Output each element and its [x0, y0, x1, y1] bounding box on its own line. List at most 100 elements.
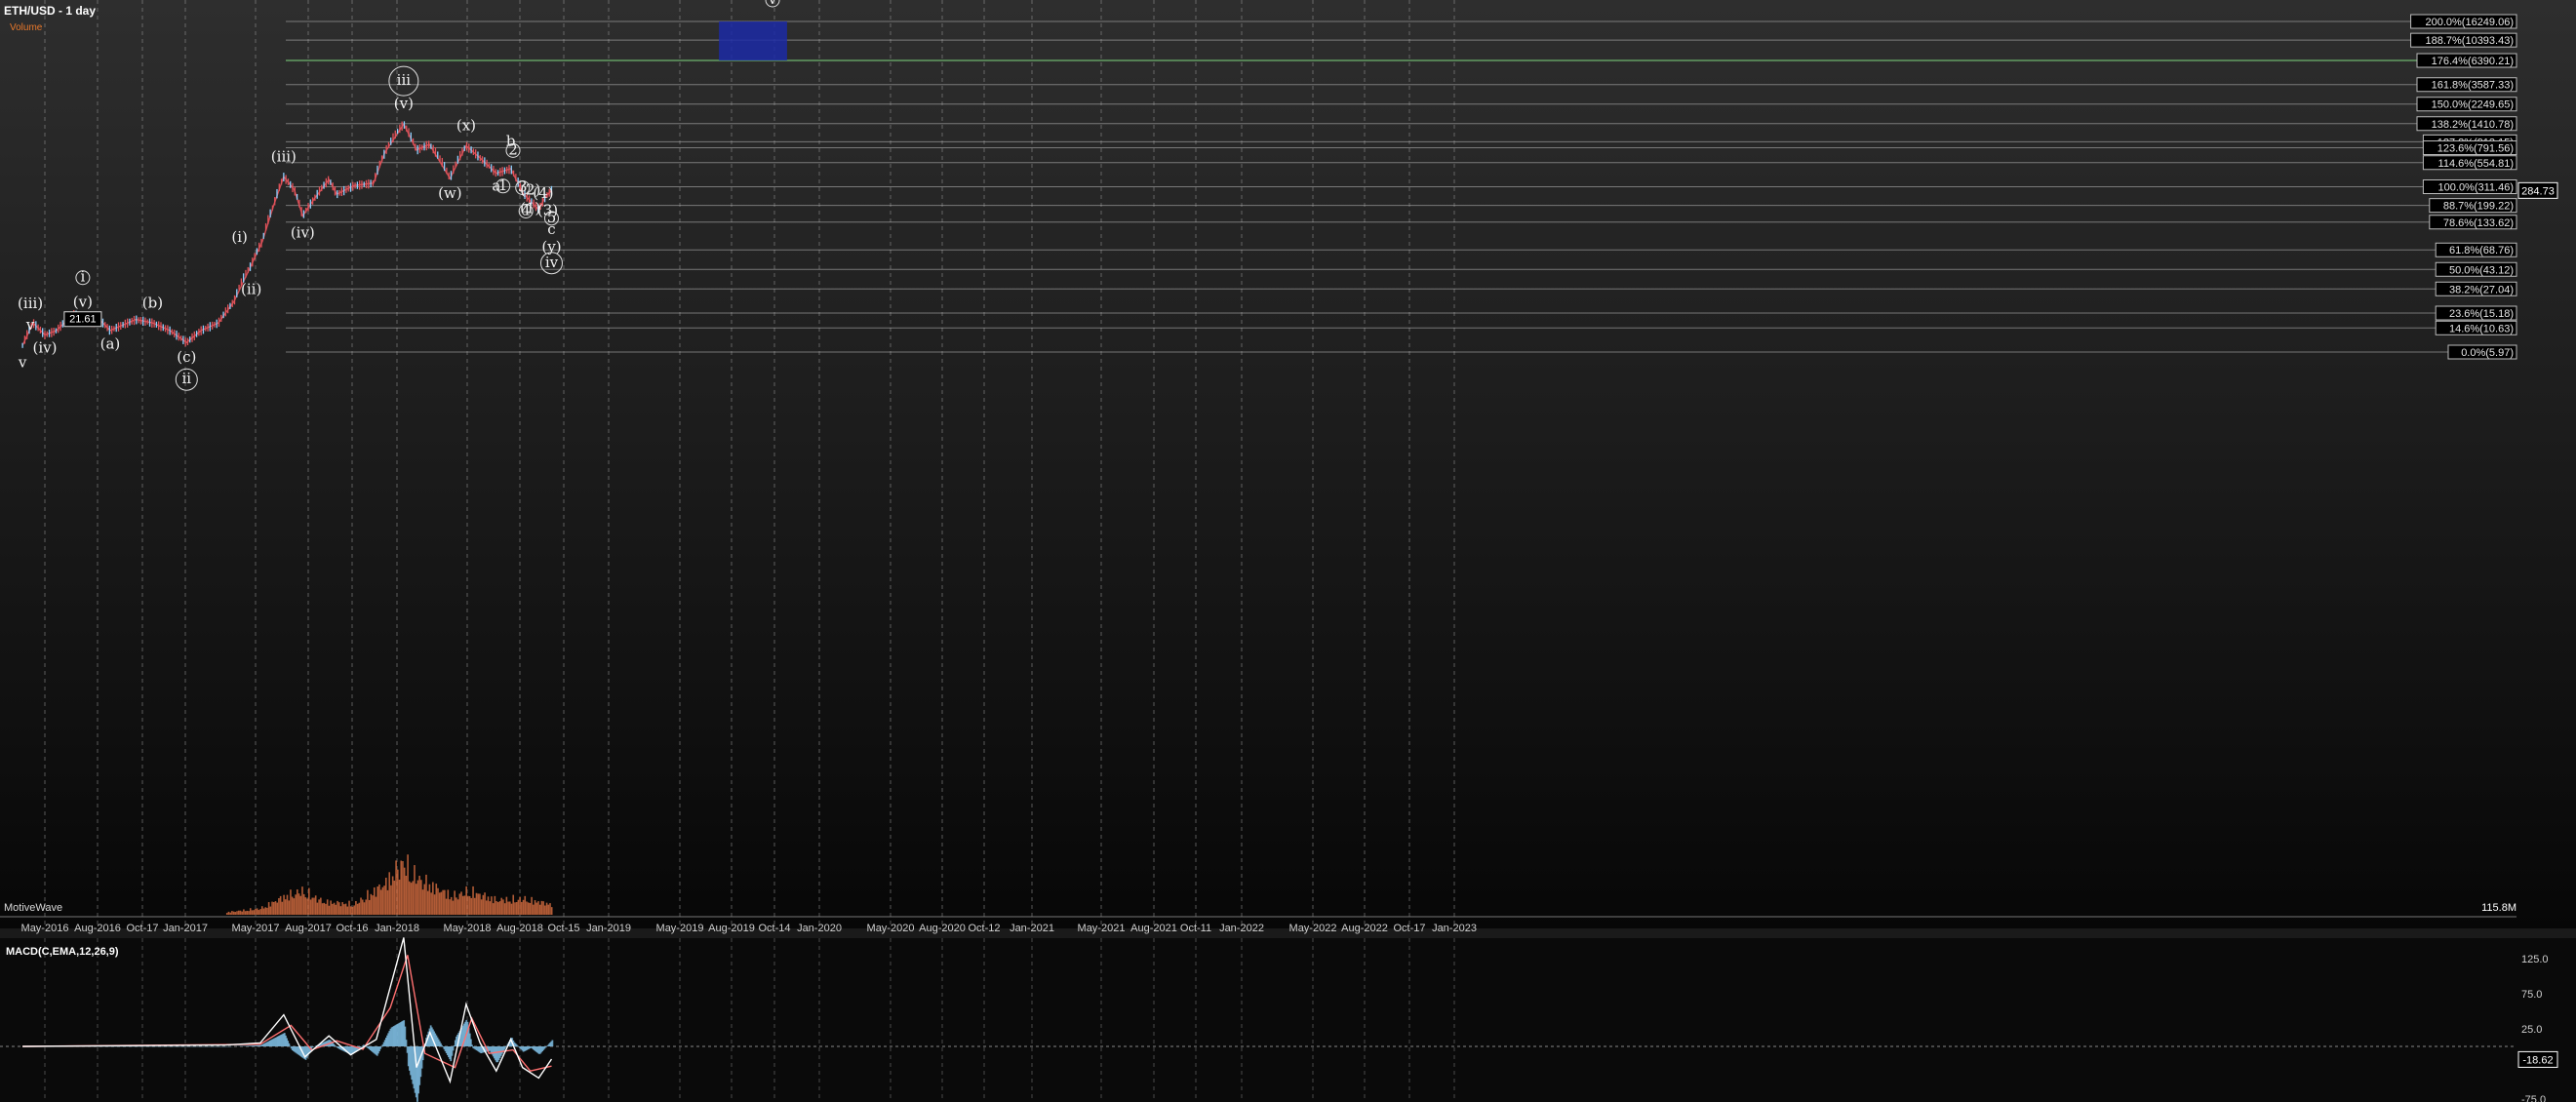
volume-bar: [456, 897, 457, 915]
volume-bar: [353, 905, 355, 915]
chart-title: ETH/USD - 1 day: [4, 4, 96, 18]
x-tick-label: Jan-2017: [163, 923, 208, 934]
fib-level-label: 188.7%(10393.43): [2425, 35, 2514, 47]
macd-value-label: -18.62: [2522, 1054, 2553, 1066]
volume-bar: [293, 898, 296, 915]
volume-bar: [438, 892, 441, 915]
volume-bar: [472, 886, 474, 915]
target-zone-box: [719, 21, 787, 61]
volume-bar: [255, 908, 257, 915]
volume-bar: [445, 898, 448, 915]
volume-bar: [432, 882, 434, 915]
volume-bar: [492, 903, 495, 915]
volume-bar: [258, 910, 260, 915]
fib-level-label: 123.6%(791.56): [2437, 143, 2514, 155]
volume-bar: [234, 912, 237, 915]
macd-panel-background: [0, 938, 2576, 1102]
x-tick-label: Aug-2017: [285, 923, 332, 934]
volume-bar: [244, 911, 247, 915]
volume-bar: [386, 889, 389, 915]
x-tick-label: Jan-2022: [1219, 923, 1264, 934]
volume-bar: [243, 909, 245, 915]
wave-label: (iii): [18, 295, 43, 312]
volume-bar: [333, 902, 336, 915]
volume-bar: [285, 899, 287, 915]
volume-bar: [491, 896, 493, 915]
volume-bar: [264, 907, 267, 915]
volume-bar: [535, 902, 538, 915]
volume-bar: [388, 872, 391, 915]
volume-bar: [360, 897, 362, 915]
volume-bar: [503, 903, 506, 915]
volume-bar: [507, 901, 509, 915]
volume-bar: [421, 889, 424, 915]
x-tick-label: May-2017: [232, 923, 280, 934]
volume-bar: [444, 889, 446, 915]
wave-label: (x): [456, 116, 476, 134]
fib-level-label: 0.0%(5.97): [2461, 347, 2514, 359]
volume-bar: [452, 900, 455, 915]
chart-canvas[interactable]: 200.0%(16249.06) 188.7%(10393.43) 176.4%(6…: [0, 0, 2576, 1102]
volume-bar: [442, 889, 444, 915]
macd-histogram-bar: [504, 1046, 507, 1048]
volume-bar: [524, 895, 527, 915]
volume-bar: [510, 903, 513, 915]
volume-bar: [337, 900, 338, 915]
macd-y-tick-label: 75.0: [2521, 989, 2542, 1001]
volume-bar: [379, 889, 382, 915]
volume-bar: [410, 883, 413, 915]
x-tick-label: Oct-12: [968, 923, 1000, 934]
x-tick-label: Aug-2021: [1130, 923, 1177, 934]
macd-histogram-bar: [405, 1040, 408, 1046]
volume-bar: [487, 896, 490, 915]
volume-bar: [290, 889, 292, 915]
volume-bar: [534, 900, 536, 915]
volume-bar: [246, 910, 249, 915]
fib-level-label: 88.7%(199.22): [2443, 201, 2514, 213]
macd-histogram-bar: [551, 1040, 554, 1046]
volume-bar: [489, 901, 492, 915]
volume-bar: [383, 886, 385, 915]
volume-bar: [405, 875, 408, 915]
wave-label: (iv): [291, 223, 315, 241]
volume-bar: [484, 892, 486, 915]
volume-bar: [544, 905, 546, 915]
wave-label: 1: [498, 177, 508, 194]
volume-bar: [337, 902, 340, 915]
wave-label: c: [547, 220, 555, 238]
macd-histogram-bar: [517, 1045, 519, 1046]
volume-bar: [262, 908, 265, 915]
price-annotation-label: 21.61: [69, 314, 97, 326]
volume-bar: [526, 901, 528, 915]
x-tick-label: Aug-2016: [74, 923, 121, 934]
volume-bar: [423, 884, 426, 915]
macd-histogram-bar: [452, 1046, 455, 1051]
wave-label: (a): [100, 335, 121, 352]
volume-bar: [400, 860, 403, 915]
volume-bar: [418, 875, 420, 915]
volume-bar: [309, 899, 312, 915]
volume-bar: [361, 899, 364, 915]
volume-bar: [465, 886, 467, 915]
wave-label: v: [768, 0, 777, 8]
volume-bar: [428, 884, 431, 915]
volume-bar: [494, 895, 496, 915]
volume-bar: [409, 881, 411, 915]
volume-bar: [316, 902, 319, 915]
volume-bar: [517, 899, 520, 915]
volume-bar: [522, 899, 525, 915]
volume-bar: [343, 904, 345, 915]
volume-bar: [321, 903, 324, 915]
x-tick-label: Jan-2021: [1010, 923, 1054, 934]
volume-bar: [278, 898, 280, 915]
volume-bar: [349, 906, 352, 915]
volume-bar: [291, 896, 294, 915]
volume-bar: [460, 891, 462, 915]
volume-bar: [433, 894, 436, 915]
volume-bar: [393, 881, 396, 915]
volume-bar: [479, 893, 481, 915]
volume-axis-label: 115.8M: [2481, 902, 2517, 914]
volume-bar: [308, 887, 310, 915]
fib-level-label: 150.0%(2249.65): [2432, 99, 2514, 111]
watermark: MotiveWave: [4, 902, 62, 914]
